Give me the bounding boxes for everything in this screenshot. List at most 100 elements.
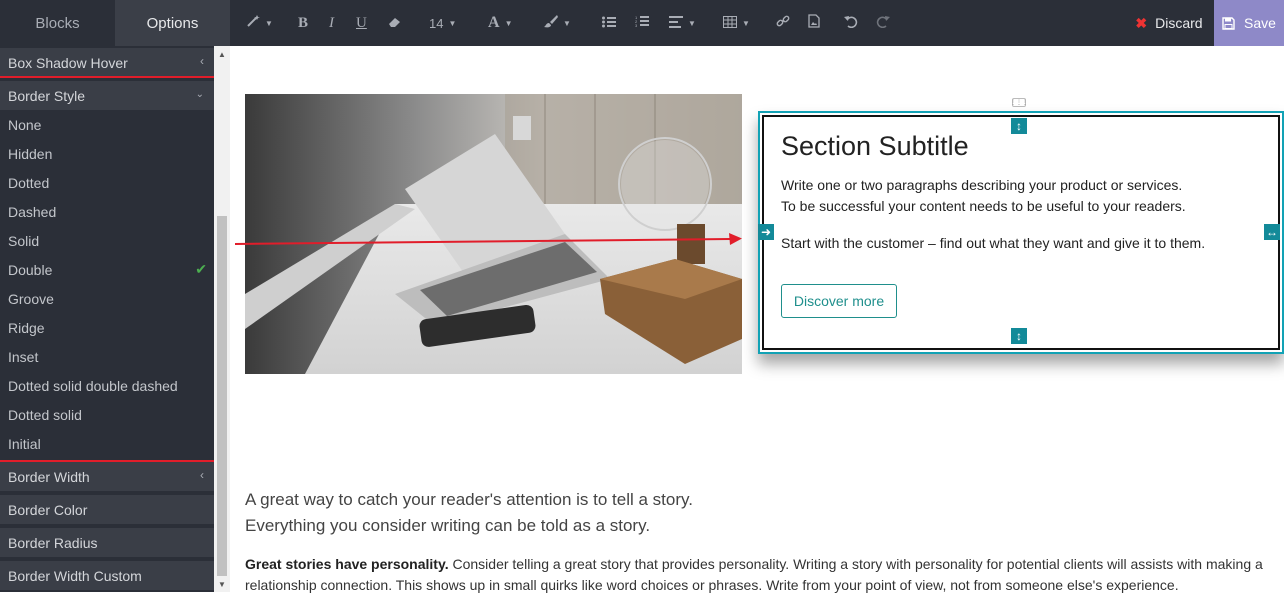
font-color-dropdown[interactable]: A ▼: [488, 0, 512, 46]
font-size-value: 14: [429, 15, 444, 31]
story-body[interactable]: Great stories have personality. Consider…: [245, 554, 1275, 596]
numbered-list-icon: 123: [635, 15, 649, 32]
border-style-initial[interactable]: Initial: [0, 429, 214, 458]
align-dropdown[interactable]: ▼: [669, 0, 696, 46]
option-text: Ridge: [8, 319, 45, 336]
italic-icon: I: [329, 14, 334, 31]
border-style-ridge[interactable]: Ridge: [0, 313, 214, 342]
border-style-groove[interactable]: Groove: [0, 284, 214, 313]
annotation-arrow: [234, 233, 742, 245]
option-label: Border Radius: [8, 534, 98, 551]
scroll-down-arrow-icon[interactable]: ▼: [214, 576, 230, 592]
section-card[interactable]: Section Subtitle Write one or two paragr…: [758, 111, 1284, 354]
bold-icon: B: [298, 14, 309, 31]
border-style-hidden[interactable]: Hidden: [0, 139, 214, 168]
resize-vertical-top-icon[interactable]: ↕: [1011, 118, 1027, 134]
align-icon: [669, 15, 683, 32]
options-list: Box Shadow Hover ‹ Border Style ⌄ None H…: [0, 46, 214, 592]
eraser-icon: [388, 15, 402, 32]
option-text: Hidden: [8, 145, 53, 162]
undo-icon: [844, 15, 858, 32]
italic-button[interactable]: I: [329, 0, 334, 46]
option-border-radius[interactable]: Border Radius: [0, 528, 214, 557]
font-color-icon: A: [488, 14, 500, 31]
redo-button[interactable]: [876, 0, 890, 46]
scroll-up-arrow-icon[interactable]: ▲: [214, 46, 230, 62]
border-style-dotted-solid[interactable]: Dotted solid: [0, 400, 214, 429]
chevron-down-icon: ⌄: [195, 89, 204, 100]
drag-handle-icon[interactable]: ⋮⋮⋮: [1010, 98, 1028, 107]
caret-down-icon: ▼: [504, 18, 513, 28]
resize-vertical-bottom-icon[interactable]: ↕: [1011, 328, 1027, 344]
scrollbar-thumb[interactable]: [217, 216, 227, 576]
option-border-color[interactable]: Border Color: [0, 495, 214, 524]
link-icon: [776, 14, 790, 32]
story-lead-line: Everything you consider writing can be t…: [245, 516, 651, 535]
table-dropdown[interactable]: ▼: [723, 0, 750, 46]
section-paragraph-line[interactable]: To be successful your content needs to b…: [781, 198, 1186, 214]
table-icon: [723, 15, 737, 32]
border-style-double[interactable]: Double ✔: [0, 255, 214, 284]
discard-button[interactable]: ✖ Discard: [1124, 0, 1214, 46]
panel-scrollbar[interactable]: ▲ ▼: [214, 46, 230, 592]
border-style-dotted[interactable]: Dotted: [0, 168, 214, 197]
story-lead[interactable]: A great way to catch your reader's atten…: [245, 487, 693, 539]
option-label: Border Width Custom: [8, 567, 142, 584]
section-paragraph-line[interactable]: Start with the customer – find out what …: [781, 235, 1205, 251]
option-text: None: [8, 116, 42, 133]
tab-blocks[interactable]: Blocks: [0, 0, 115, 46]
redo-icon: [876, 15, 890, 32]
options-panel: Blocks Options Box Shadow Hover ‹ Border…: [0, 0, 230, 592]
option-text: Solid: [8, 232, 40, 249]
tab-options[interactable]: Options: [115, 0, 230, 46]
option-border-width[interactable]: Border Width ‹: [0, 462, 214, 491]
option-border-style[interactable]: Border Style ⌄: [0, 81, 214, 110]
chevron-left-icon: ‹: [200, 54, 204, 68]
caret-down-icon: ▼: [448, 18, 457, 28]
section-card-inner: Section Subtitle Write one or two paragr…: [762, 115, 1280, 350]
option-text: Dashed: [8, 203, 57, 220]
border-style-solid[interactable]: Solid: [0, 226, 214, 255]
caret-down-icon: ▼: [563, 18, 571, 28]
discard-label: Discard: [1155, 15, 1203, 31]
editor-toolbar: ▼ B I U 14▼ A▼ ▼ 123 ▼ ▼ ✖ Discard Sav: [230, 0, 1284, 46]
floppy-disk-icon: [1222, 16, 1235, 30]
resize-horizontal-icon[interactable]: ↔: [1264, 224, 1280, 240]
border-style-dashed[interactable]: Dashed: [0, 197, 214, 226]
discover-more-button[interactable]: Discover more: [781, 284, 897, 318]
eraser-button[interactable]: [388, 0, 402, 46]
bullet-list-button[interactable]: [602, 0, 616, 46]
image-button[interactable]: [808, 0, 820, 46]
option-text: Initial: [8, 435, 41, 452]
option-text: Dotted: [8, 174, 50, 191]
bold-button[interactable]: B: [298, 0, 308, 46]
numbered-list-button[interactable]: 123: [635, 0, 649, 46]
option-border-width-custom[interactable]: Border Width Custom: [0, 561, 214, 590]
link-button[interactable]: [776, 0, 790, 46]
section-title[interactable]: Section Subtitle: [781, 131, 969, 162]
magic-wand-icon: [246, 14, 260, 32]
option-text: Groove: [8, 290, 54, 307]
option-text: Double: [8, 261, 53, 278]
font-size-dropdown[interactable]: 14 ▼: [429, 0, 456, 46]
underline-icon: U: [356, 14, 367, 31]
border-style-none[interactable]: None: [0, 110, 214, 139]
option-box-shadow-hover[interactable]: Box Shadow Hover ‹: [0, 48, 214, 77]
border-style-dotted-solid-double-dashed[interactable]: Dotted solid double dashed: [0, 371, 214, 400]
option-label: Box Shadow Hover: [8, 54, 128, 71]
arrow-right-handle-icon[interactable]: ➜: [758, 224, 774, 240]
underline-button[interactable]: U: [356, 0, 367, 46]
magic-wand-dropdown[interactable]: ▼: [246, 0, 273, 46]
background-color-dropdown[interactable]: ▼: [544, 0, 571, 46]
section-paragraph-line[interactable]: Write one or two paragraphs describing y…: [781, 177, 1182, 193]
option-label: Border Style: [8, 87, 86, 104]
border-style-inset[interactable]: Inset: [0, 342, 214, 371]
close-icon: ✖: [1135, 14, 1148, 31]
story-body-bold: Great stories have personality.: [245, 556, 449, 572]
chevron-left-icon: ‹: [200, 468, 204, 482]
image-icon: [808, 14, 820, 32]
svg-text:3: 3: [635, 23, 638, 28]
undo-button[interactable]: [844, 0, 858, 46]
option-text: Dotted solid double dashed: [8, 377, 178, 394]
save-button[interactable]: Save: [1214, 0, 1284, 46]
